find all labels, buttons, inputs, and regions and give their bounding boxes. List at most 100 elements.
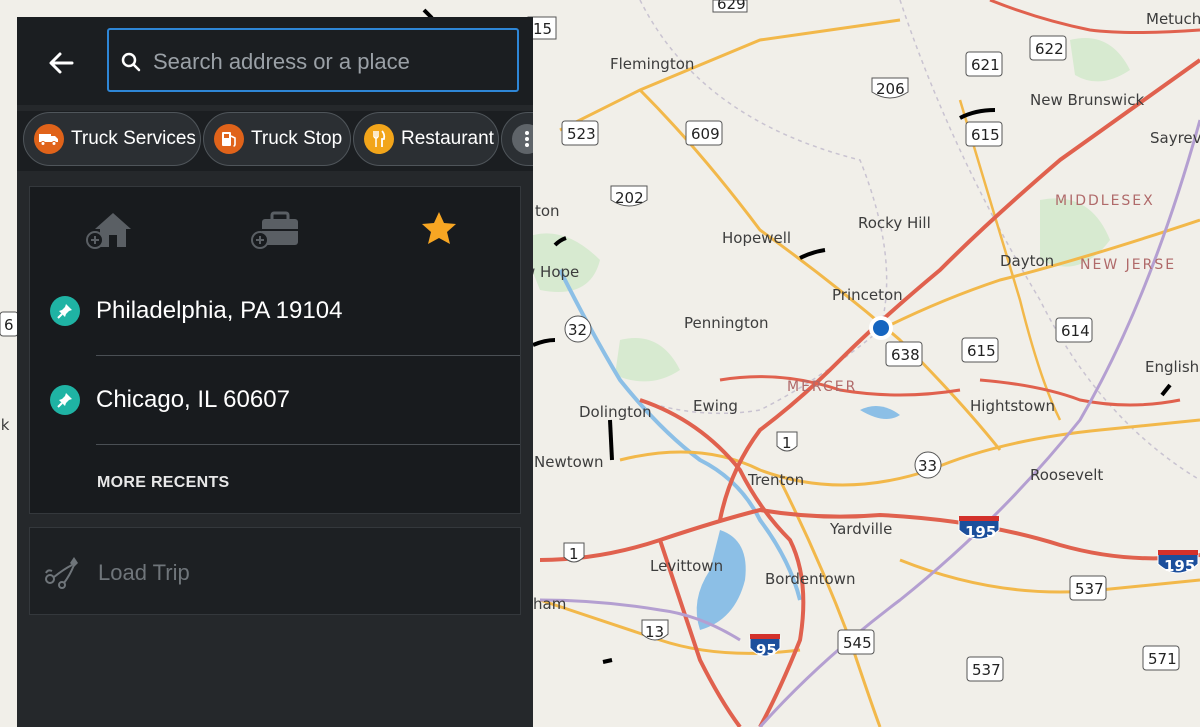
svg-text:615: 615 (967, 342, 996, 360)
route-shield: 609 (685, 120, 723, 146)
map-place-label: Levittown (650, 557, 723, 575)
map-place-label: Hightstown (970, 397, 1055, 415)
svg-text:95: 95 (756, 641, 777, 659)
map-place-label: ton (535, 202, 560, 220)
search-box[interactable] (107, 28, 519, 92)
truck-icon (34, 124, 64, 154)
add-home-icon (86, 213, 131, 249)
interstate-shield: 195 (958, 516, 1000, 541)
more-recents-button[interactable]: MORE RECENTS (97, 474, 230, 492)
route-shield: 571 (1142, 645, 1180, 671)
route-icon (45, 557, 78, 589)
route-shield: 614 (1055, 317, 1093, 343)
pushpin-icon (50, 385, 80, 415)
route-shield: 622 (1029, 35, 1067, 61)
svg-text:6: 6 (4, 316, 14, 334)
divider (96, 444, 520, 445)
add-work-button[interactable] (248, 205, 304, 253)
route-shield: 33 (914, 451, 942, 479)
map-region-label: MERCER (787, 379, 857, 395)
map-place-label: English (1145, 358, 1199, 376)
recent-item[interactable]: Chicago, IL 60607 (30, 359, 520, 447)
more-vertical-icon (512, 124, 533, 154)
route-shield: 621 (965, 51, 1003, 77)
back-button[interactable] (43, 45, 79, 81)
svg-text:615: 615 (971, 126, 1000, 144)
route-shield: 615 (965, 121, 1003, 147)
map-region-label: NEW JERSE (1080, 257, 1176, 273)
svg-text:13: 13 (645, 623, 664, 641)
add-home-button[interactable] (83, 205, 139, 253)
map-place-label: Dolington (579, 403, 652, 421)
route-shield: 206 (871, 77, 909, 99)
svg-text:629: 629 (717, 0, 746, 13)
interstate-shield: 195 (1157, 550, 1199, 575)
svg-text:614: 614 (1061, 322, 1090, 340)
svg-text:1: 1 (782, 434, 792, 452)
star-icon (422, 212, 456, 244)
map-place-label: Hopewell (722, 229, 791, 247)
svg-text:202: 202 (615, 189, 644, 207)
search-header (17, 17, 533, 105)
add-work-icon (251, 211, 298, 249)
svg-text:33: 33 (918, 457, 937, 475)
divider (96, 355, 520, 356)
map-place-label: Flemington (610, 55, 694, 73)
route-shield: 1 (563, 542, 585, 563)
fork-knife-icon (364, 124, 394, 154)
map-place-label: ham (533, 595, 566, 613)
svg-text:523: 523 (567, 125, 596, 143)
recents-card: Philadelphia, PA 19104 Chicago, IL 60607… (29, 186, 521, 514)
fuel-pump-icon (214, 124, 244, 154)
map-place-label: Newtown (534, 453, 604, 471)
back-arrow-icon (49, 52, 74, 74)
map-place-label: New Brunswick (1030, 91, 1144, 109)
load-trip-label: Load Trip (98, 560, 190, 585)
chip-label: Truck Services (71, 128, 196, 149)
map-place-label: Metuch (1146, 10, 1200, 28)
search-icon (121, 52, 141, 72)
route-shield: 523 (561, 120, 599, 146)
svg-text:195: 195 (965, 523, 996, 541)
map-place-label: Sayrev (1150, 129, 1200, 147)
recent-item-label: Philadelphia, PA 19104 (96, 297, 343, 324)
route-shield: 545 (837, 629, 875, 655)
favorites-button[interactable] (411, 205, 467, 253)
svg-text:537: 537 (972, 661, 1001, 679)
chip-truck-services[interactable]: Truck Services (23, 112, 201, 166)
svg-text:545: 545 (843, 634, 872, 652)
route-shield: 638 (885, 341, 923, 367)
svg-text:638: 638 (891, 346, 920, 364)
route-shield: 1 (776, 431, 798, 452)
svg-text:621: 621 (971, 56, 1000, 74)
map-place-label: enk (0, 416, 10, 434)
search-panel: Truck Services Truck Stop Restaurant (17, 17, 533, 727)
map-place-label: Princeton (832, 286, 903, 304)
route-shield: 629 (712, 0, 748, 13)
svg-text:537: 537 (1075, 580, 1104, 598)
chip-label: Restaurant (401, 128, 494, 149)
search-input[interactable] (151, 42, 505, 82)
chip-restaurant[interactable]: Restaurant (353, 112, 499, 166)
chip-label: Truck Stop (251, 128, 343, 149)
category-chips: Truck Services Truck Stop Restaurant (17, 111, 533, 171)
chip-truck-stop[interactable]: Truck Stop (203, 112, 351, 166)
map-place-label: Ewing (693, 397, 738, 415)
svg-text:206: 206 (876, 80, 905, 98)
map-place-label: Roosevelt (1030, 466, 1103, 484)
route-shield: 537 (1069, 575, 1107, 601)
recent-item[interactable]: Philadelphia, PA 19104 (30, 270, 520, 358)
chip-more[interactable] (501, 112, 533, 166)
route-shield: 537 (966, 656, 1004, 682)
map-place-label: Yardville (829, 520, 892, 538)
route-shield: 32 (564, 315, 592, 343)
route-shield: 6 (0, 311, 19, 337)
svg-text:571: 571 (1148, 650, 1177, 668)
route-shield: 202 (610, 185, 648, 207)
svg-text:15: 15 (533, 20, 552, 38)
map-place-label: Trenton (747, 471, 804, 489)
svg-text:622: 622 (1035, 40, 1064, 58)
pushpin-icon (50, 296, 80, 326)
svg-text:1: 1 (569, 545, 579, 563)
load-trip-button[interactable]: Load Trip (29, 527, 521, 615)
